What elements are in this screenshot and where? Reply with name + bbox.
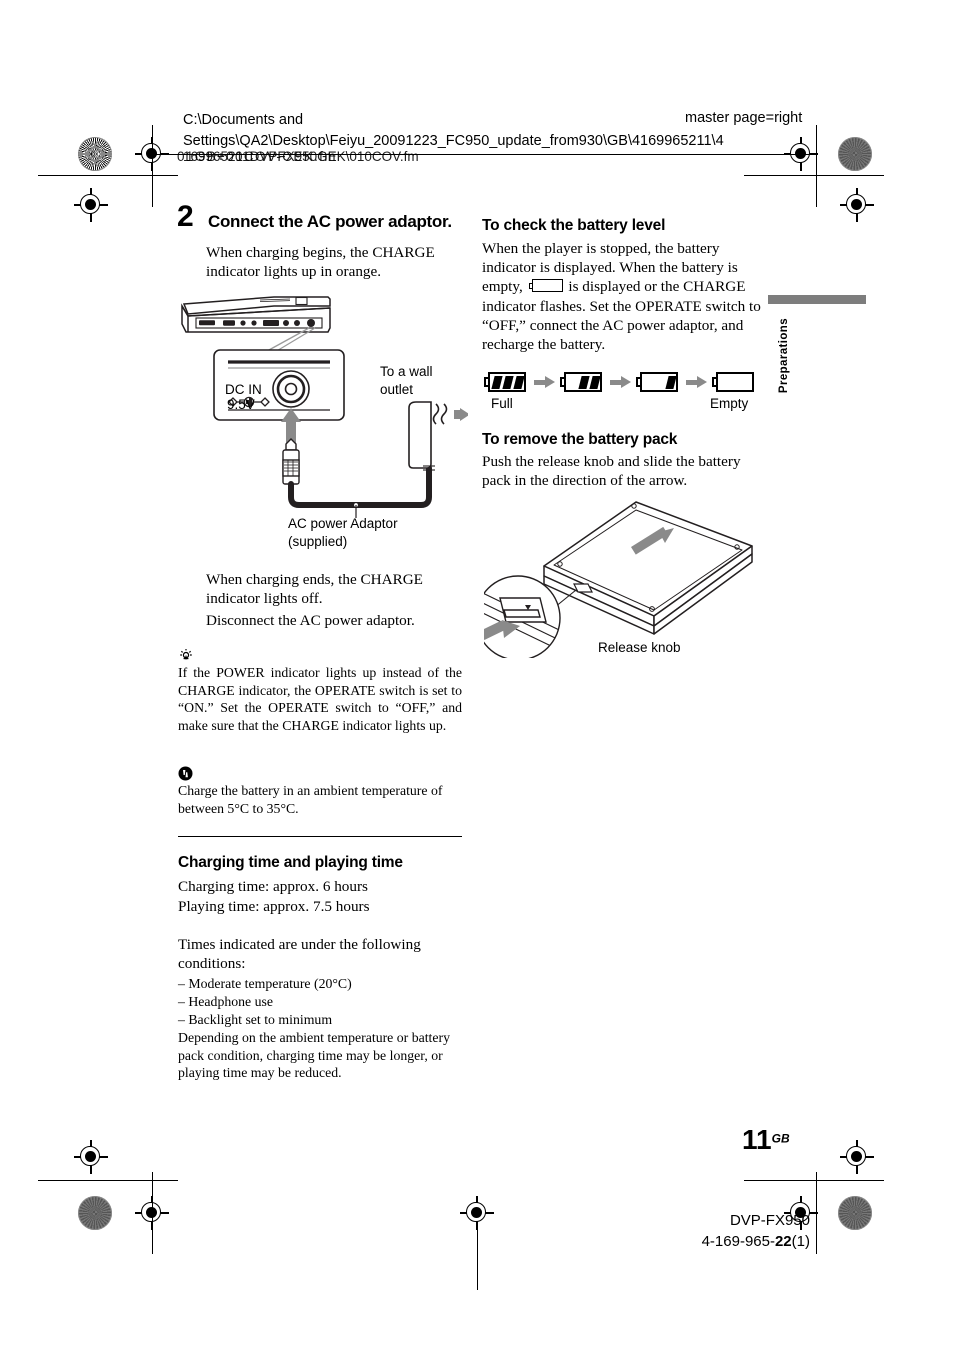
battery-label-empty: Empty	[710, 396, 749, 411]
registration-star-target-bottom-left	[78, 1196, 112, 1230]
condition-item-0: – Moderate temperature (20°C)	[178, 976, 352, 991]
charging-time-heading: Charging time and playing time	[178, 854, 403, 871]
page-number-region: GB	[771, 1131, 790, 1146]
after-figure-line1: When charging ends, the CHARGE	[206, 571, 423, 588]
part-number-revision: 22	[774, 1233, 792, 1250]
progression-arrow-2-icon	[610, 376, 632, 388]
after-figure-line2: indicator lights off.	[206, 590, 323, 607]
crop-mark-left-upper	[74, 188, 108, 222]
footer-model: DVP-FX950	[729, 1212, 810, 1229]
remove-battery-text: Push the release knob and slide the batt…	[482, 453, 741, 490]
page-number-value: 11	[742, 1124, 772, 1155]
step-body-line1: When charging begins, the CHARGE	[206, 244, 435, 261]
trim-rule-vertical-left-bottom	[152, 1172, 154, 1254]
registration-star-target-top-right	[838, 137, 872, 171]
part-number-suffix: (1)	[791, 1233, 810, 1250]
condition-item-1: – Headphone use	[178, 994, 274, 1009]
battery-icon-one-third	[636, 372, 682, 392]
crop-mark-right-upper	[840, 188, 874, 222]
charging-footnote: Depending on the ambient temperature or …	[178, 1030, 451, 1081]
footer-part-number: 4-169-965-22(1)	[600, 1231, 810, 1252]
trim-rule-vertical-left	[152, 125, 154, 207]
ac-adaptor-label-line2: (supplied)	[288, 534, 348, 549]
part-number-prefix: 4-169-965-	[701, 1233, 775, 1250]
trim-rule-vertical-right	[816, 125, 818, 207]
battery-icon-full	[484, 372, 530, 392]
progression-arrow-1-icon	[534, 376, 556, 388]
battery-level-text-after: is displayed or the CHARGE indicator fla…	[482, 278, 761, 354]
battery-label-full: Full	[491, 396, 513, 411]
note-text: Charge the battery in an ambient tempera…	[178, 783, 443, 816]
step-body-line2: indicator lights up in orange.	[206, 263, 382, 280]
header-path-line3-b: 01GB+00COV-CEK.fm	[177, 149, 337, 164]
trim-rule-left-bottom	[38, 1180, 178, 1182]
trim-rule-bottom-center-v	[477, 1230, 479, 1290]
step-number: 2	[177, 200, 194, 233]
condition-item-2: – Backlight set to minimum	[178, 1012, 333, 1027]
crop-mark-right-lower	[840, 1140, 874, 1174]
battery-level-text: When the player is stopped, the battery …	[482, 239, 770, 354]
conditions-intro-line2: conditions:	[178, 955, 246, 972]
tip-text: If the POWER indicator lights up instead…	[178, 665, 462, 733]
note-exclamation-icon	[178, 766, 193, 781]
wall-outlet-label-line1: To a wall	[380, 364, 433, 379]
after-figure-line3: Disconnect the AC power adaptor.	[206, 612, 415, 629]
side-tab-bar	[768, 295, 866, 304]
header-master-page: master page=right	[685, 110, 803, 126]
section-divider	[178, 836, 462, 838]
charging-time-line2: Playing time: approx. 7.5 hours	[178, 898, 370, 915]
trim-rule-right-top	[744, 175, 884, 177]
wall-outlet-label-line2: outlet	[380, 382, 414, 397]
ac-adaptor-connection-figure	[181, 296, 468, 518]
battery-level-progression	[484, 372, 758, 392]
trim-rule-left-top	[38, 175, 178, 177]
step-title: Connect the AC power adaptor.	[208, 212, 452, 231]
remove-battery-figure	[484, 501, 753, 658]
trim-rule-vertical-right-bottom	[816, 1172, 818, 1254]
page-number: 11GB	[742, 1124, 790, 1156]
remove-battery-heading: To remove the battery pack	[482, 431, 678, 448]
ac-adaptor-label-line1: AC power Adaptor	[288, 516, 398, 531]
crop-mark-left-lower	[74, 1140, 108, 1174]
side-tab-label: Preparations	[778, 318, 790, 394]
registration-star-target-bottom-right	[838, 1196, 872, 1230]
trim-rule-right-bottom	[744, 1180, 884, 1182]
battery-icon-empty	[712, 372, 758, 392]
battery-level-heading: To check the battery level	[482, 217, 666, 234]
progression-arrow-3-icon	[686, 376, 708, 388]
header-path-line1: C:\Documents and	[183, 112, 304, 128]
crop-mark-bottom-center	[460, 1196, 494, 1230]
empty-battery-inline-icon	[528, 279, 563, 293]
tip-bulb-icon	[180, 649, 192, 660]
battery-icon-two-thirds	[560, 372, 606, 392]
registration-star-target-top-left	[78, 137, 112, 171]
charging-time-line1: Charging time: approx. 6 hours	[178, 878, 368, 895]
release-knob-label: Release knob	[598, 640, 681, 655]
dcin-label-line2: 9.5V	[227, 397, 255, 412]
conditions-intro-line1: Times indicated are under the following	[178, 936, 421, 953]
